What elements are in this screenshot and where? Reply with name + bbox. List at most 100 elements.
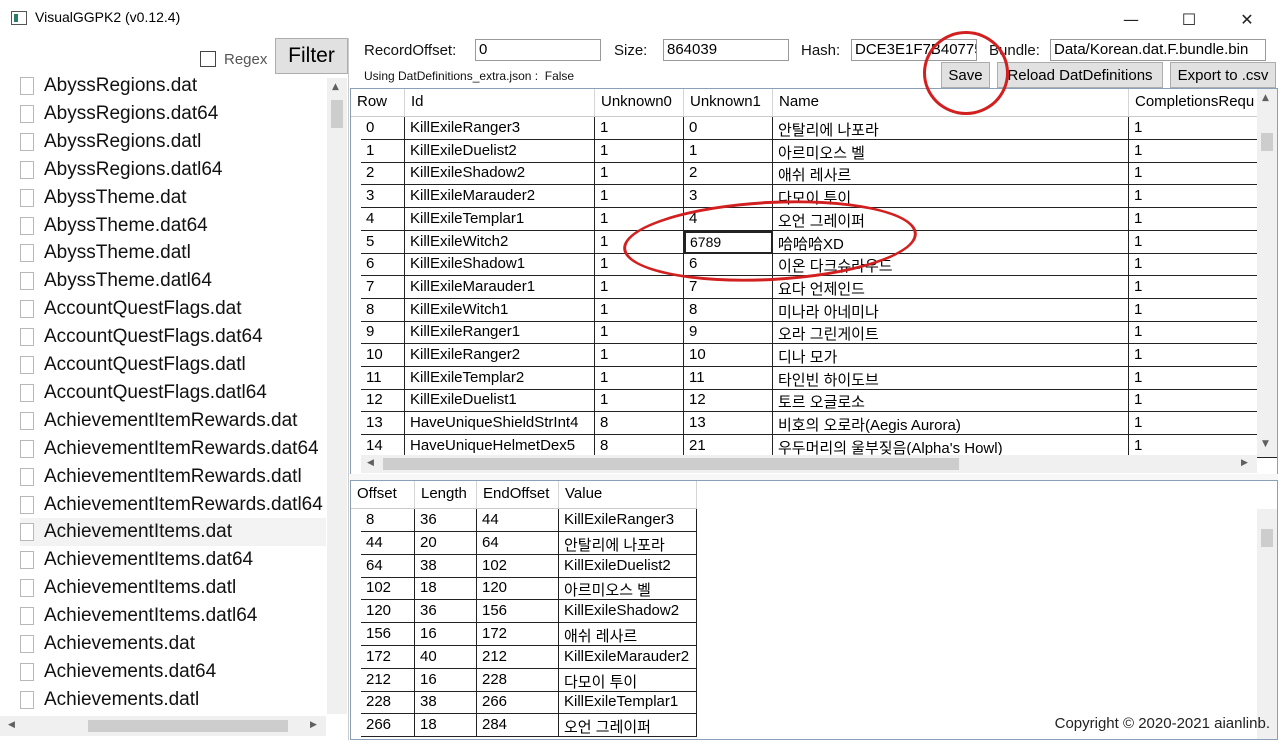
record-cell[interactable]: 디나 모가 [773, 344, 1129, 367]
record-row[interactable]: 5 KillExileWitch2 1 6789 哈哈哈XD 1 [361, 230, 1277, 254]
string-cell[interactable]: 172 [477, 623, 559, 646]
record-cell[interactable]: 1 [1129, 117, 1277, 140]
size-field[interactable]: 864039 [663, 39, 789, 61]
string-cell[interactable]: 38 [415, 554, 477, 578]
record-cell[interactable]: 9 [684, 321, 773, 345]
string-cell[interactable]: KillExileRanger3 [559, 509, 697, 532]
record-row[interactable]: 1 KillExileDuelist2 1 1 아르미오스 벨1 [361, 139, 1277, 163]
record-cell[interactable]: 10 [361, 344, 405, 367]
string-header-cell[interactable]: EndOffset [477, 481, 559, 509]
string-cell[interactable]: KillExileMarauder2 [559, 645, 697, 669]
string-cell[interactable]: 120 [361, 600, 415, 624]
record-cell[interactable]: 8 [595, 412, 684, 436]
string-cell[interactable]: 102 [477, 554, 559, 578]
record-cell[interactable]: 1 [595, 185, 684, 209]
maximize-button[interactable]: ☐ [1160, 0, 1218, 38]
record-cell[interactable]: KillExileRanger2 [405, 344, 595, 367]
string-cell[interactable]: 284 [477, 714, 559, 738]
regex-option[interactable]: Regex [200, 48, 267, 70]
string-cell[interactable]: KillExileTemplar1 [559, 691, 697, 715]
record-cell[interactable]: 7 [361, 275, 405, 299]
record-cell[interactable]: 4 [684, 207, 773, 231]
string-cell[interactable]: 8 [361, 509, 415, 532]
file-item[interactable]: AbyssRegions.datl [20, 128, 326, 156]
string-cell[interactable]: 아르미오스 벨 [559, 577, 697, 601]
record-cell[interactable]: 8 [361, 298, 405, 322]
records-scroll-left-icon[interactable]: ◀ [367, 458, 374, 468]
record-cell[interactable]: 미나라 아네미나 [773, 298, 1129, 322]
string-cell[interactable]: 212 [477, 645, 559, 669]
file-item[interactable]: AchievementItemRewards.datl64 [20, 491, 326, 519]
record-cell[interactable]: 10 [684, 344, 773, 367]
string-row[interactable]: 102 18 120 아르미오스 벨 [361, 577, 697, 601]
file-item[interactable]: AchievementItems.datl [20, 574, 326, 602]
record-cell[interactable]: HaveUniqueShieldStrInt4 [405, 412, 595, 436]
string-row[interactable]: 120 36 156 KillExileShadow2 [361, 600, 697, 624]
record-cell[interactable]: 6789 [684, 230, 773, 254]
record-cell[interactable]: KillExileMarauder1 [405, 275, 595, 299]
record-cell[interactable]: 1 [595, 139, 684, 163]
record-cell[interactable]: 13 [684, 412, 773, 436]
file-item[interactable]: AchievementItemRewards.dat64 [20, 435, 326, 463]
record-cell[interactable]: KillExileWitch2 [405, 230, 595, 254]
minimize-button[interactable]: — [1102, 0, 1160, 38]
records-scroll-down-icon[interactable]: ▼ [1262, 439, 1269, 449]
string-row[interactable]: 156 16 172 애쉬 레사르 [361, 623, 697, 646]
record-cell[interactable]: 1 [1129, 389, 1277, 413]
string-cell[interactable]: 102 [361, 577, 415, 601]
record-cell[interactable]: KillExileWitch1 [405, 298, 595, 322]
file-item[interactable]: AbyssTheme.dat [20, 184, 326, 212]
record-cell[interactable]: 13 [361, 412, 405, 436]
string-cell[interactable]: 36 [415, 509, 477, 532]
file-item[interactable]: Achievements.dat64 [20, 658, 326, 686]
record-header-cell[interactable]: Name [773, 89, 1129, 117]
record-row[interactable]: 13 HaveUniqueShieldStrInt4 8 13 비호의 오로라(Aegi… [361, 412, 1277, 436]
record-cell[interactable]: 다모이 투이 [773, 185, 1129, 209]
record-cell[interactable]: KillExileRanger1 [405, 321, 595, 345]
record-cell[interactable]: 8 [684, 298, 773, 322]
record-cell[interactable]: 요다 언제인드 [773, 275, 1129, 299]
record-cell[interactable]: 1 [595, 162, 684, 186]
record-row[interactable]: 11 KillExileTemplar2 1 11 타인빈 하이도브 1 [361, 366, 1277, 390]
record-header-cell[interactable]: CompletionsRequ [1129, 89, 1277, 117]
record-row[interactable]: 2 KillExileShadow2 1 2 애쉬 레사르 1 [361, 162, 1277, 186]
record-cell[interactable]: 1 [595, 230, 684, 254]
file-item[interactable]: AccountQuestFlags.datl [20, 351, 326, 379]
string-cell[interactable]: 안탈리에 나포라 [559, 531, 697, 555]
file-item[interactable]: AbyssTheme.datl64 [20, 267, 326, 295]
records-vscrollbar[interactable]: ▲ ▼ [1257, 89, 1277, 457]
string-cell[interactable]: 36 [415, 600, 477, 624]
bundle-field[interactable]: Data/Korean.dat.F.bundle.bin [1050, 39, 1266, 61]
string-cell[interactable]: 38 [415, 691, 477, 715]
records-hscrollbar[interactable]: ◀ ▶ [361, 455, 1257, 473]
record-cell[interactable]: 1 [1129, 140, 1277, 163]
record-cell[interactable]: 1 [1129, 344, 1277, 367]
file-item[interactable]: AchievementItems.dat64 [20, 546, 326, 574]
string-cell[interactable]: 44 [361, 531, 415, 555]
record-cell[interactable]: KillExileDuelist1 [405, 389, 595, 413]
string-cell[interactable]: 18 [415, 577, 477, 601]
scroll-right-arrow-icon[interactable]: ▶ [310, 720, 317, 730]
record-row[interactable]: 7 KillExileMarauder1 1 7 요다 언제인드 1 [361, 275, 1277, 299]
file-item[interactable]: AccountQuestFlags.dat64 [20, 323, 326, 351]
file-item[interactable]: AbyssRegions.dat64 [20, 100, 326, 128]
record-cell[interactable]: 11 [361, 366, 405, 390]
record-cell[interactable]: 오언 그레이퍼 [773, 207, 1129, 231]
record-cell[interactable]: 5 [361, 230, 405, 254]
record-header-cell[interactable]: Unknown1 [684, 89, 773, 117]
string-cell[interactable]: 64 [477, 531, 559, 555]
record-row[interactable]: 12 KillExileDuelist1 1 12 토르 오글로소 1 [361, 389, 1277, 413]
record-cell[interactable]: 1 [595, 207, 684, 231]
string-row[interactable]: 228 38 266 KillExileTemplar1 [361, 691, 697, 715]
string-cell[interactable]: 20 [415, 531, 477, 555]
file-item[interactable]: Achievements.dat [20, 630, 326, 658]
save-button[interactable]: Save [941, 62, 990, 88]
record-cell[interactable]: 11 [684, 366, 773, 390]
record-cell[interactable]: 타인빈 하이도브 [773, 366, 1129, 390]
record-cell[interactable]: 12 [361, 389, 405, 413]
string-cell[interactable]: KillExileDuelist2 [559, 554, 697, 578]
record-cell[interactable]: 1 [1129, 162, 1277, 186]
file-list-vscrollbar[interactable]: ▲ [327, 78, 347, 714]
record-cell[interactable]: KillExileMarauder2 [405, 185, 595, 209]
record-cell[interactable]: 1 [595, 275, 684, 299]
